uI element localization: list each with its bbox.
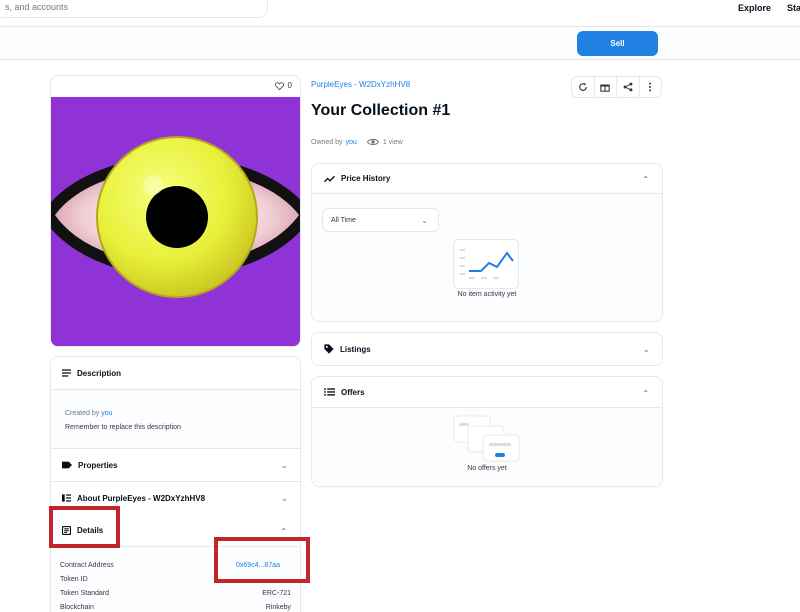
- search-placeholder: s, and accounts: [5, 2, 69, 12]
- top-header: s, and accounts Explore Sta: [0, 0, 800, 27]
- offers-panel: Offers ⌄ No offers yet: [311, 376, 663, 487]
- created-by-label: Created by: [65, 410, 100, 417]
- owner-link[interactable]: you: [346, 139, 357, 146]
- more-icon: [649, 82, 652, 92]
- eye-icon: [366, 138, 379, 146]
- price-history-title: Price History: [341, 174, 391, 183]
- chevron-down-icon: ⌄: [421, 215, 428, 225]
- properties-title: Properties: [78, 460, 118, 470]
- description-body: Created by you Remember to replace this …: [51, 390, 300, 449]
- transfer-button[interactable]: [595, 77, 617, 97]
- chevron-down-icon: ⌄: [642, 343, 650, 354]
- listings-panel: Listings ⌄: [311, 332, 663, 366]
- empty-offers-illustration: [453, 415, 520, 462]
- detail-label: Blockchain: [60, 604, 94, 611]
- about-title: About PurpleEyes - W2DxYzhHV8: [77, 493, 206, 503]
- nav-explore[interactable]: Explore: [738, 3, 771, 13]
- tag-icon: [62, 461, 72, 469]
- chevron-up-icon: ⌄: [642, 174, 650, 184]
- creator-link[interactable]: you: [101, 410, 112, 417]
- item-title: Your Collection #1: [311, 102, 451, 119]
- time-range-value: All Time: [331, 216, 356, 224]
- about-icon: [62, 494, 71, 502]
- view-count: 1 view: [382, 138, 403, 146]
- description-title: Description: [77, 368, 122, 378]
- ownership-info: Owned by you 1 view: [311, 138, 403, 146]
- contract-address-highlight-box: [214, 537, 310, 583]
- chevron-down-icon: ⌄: [280, 492, 288, 503]
- detail-value: Rinkeby: [265, 604, 291, 611]
- heart-icon: [274, 81, 284, 90]
- favorite-button[interactable]: 0: [274, 81, 292, 90]
- refresh-icon: [578, 82, 587, 91]
- price-history-empty: No item activity yet: [457, 291, 517, 298]
- owned-by-label: Owned by: [311, 138, 343, 146]
- listings-title: Listings: [340, 344, 371, 354]
- detail-label: Token Standard: [60, 590, 110, 597]
- chevron-up-icon: ⌄: [280, 525, 288, 536]
- properties-header[interactable]: Properties ⌄: [51, 449, 300, 482]
- more-options-button[interactable]: [640, 77, 662, 97]
- refresh-button[interactable]: [572, 77, 595, 97]
- gift-icon: [600, 84, 610, 92]
- search-input[interactable]: s, and accounts: [0, 0, 268, 18]
- price-history-panel: Price History ⌄ All Time ⌄ No item activ…: [311, 163, 663, 322]
- time-range-select[interactable]: All Time ⌄: [322, 208, 439, 232]
- detail-value: ERC-721: [262, 590, 291, 597]
- chevron-down-icon: ⌄: [280, 459, 288, 470]
- offers-body: No offers yet: [312, 408, 662, 486]
- nft-image-card: 0: [50, 75, 301, 347]
- chevron-up-icon: ⌄: [642, 387, 650, 398]
- created-by: Created by you: [65, 410, 113, 417]
- list-icon: [324, 388, 335, 396]
- owner-action-bar: Sell: [0, 27, 800, 60]
- detail-row: Blockchain Rinkeby: [60, 604, 291, 611]
- item-toolbar: [571, 76, 662, 98]
- offers-empty: No offers yet: [467, 465, 507, 472]
- description-text: Remember to replace this description: [65, 424, 181, 431]
- image-card-header: 0: [51, 76, 300, 97]
- detail-label: Token ID: [60, 576, 88, 583]
- collection-link[interactable]: PurpleEyes - W2DxYzhHV8: [311, 80, 410, 89]
- nav-stats[interactable]: Sta: [787, 3, 800, 13]
- share-button[interactable]: [617, 77, 640, 97]
- share-icon: [623, 82, 633, 92]
- price-history-header[interactable]: Price History ⌄: [312, 164, 662, 194]
- eye-artwork: [51, 97, 300, 346]
- sell-button[interactable]: Sell: [577, 31, 658, 56]
- description-header[interactable]: Description: [51, 357, 300, 390]
- offers-title: Offers: [341, 387, 365, 397]
- favorite-count: 0: [287, 81, 292, 90]
- detail-row: Token Standard ERC-721: [60, 590, 291, 597]
- tag-icon: [324, 344, 334, 354]
- empty-chart-illustration: [453, 239, 519, 289]
- offers-header[interactable]: Offers ⌄: [312, 377, 662, 408]
- detail-label: Contract Address: [60, 562, 114, 569]
- description-icon: [62, 369, 71, 377]
- details-highlight-box: [49, 506, 120, 548]
- price-history-body: All Time ⌄ No item activity yet: [312, 194, 662, 321]
- trending-icon: [324, 175, 335, 182]
- nft-image[interactable]: [51, 97, 300, 346]
- listings-header[interactable]: Listings ⌄: [312, 333, 662, 365]
